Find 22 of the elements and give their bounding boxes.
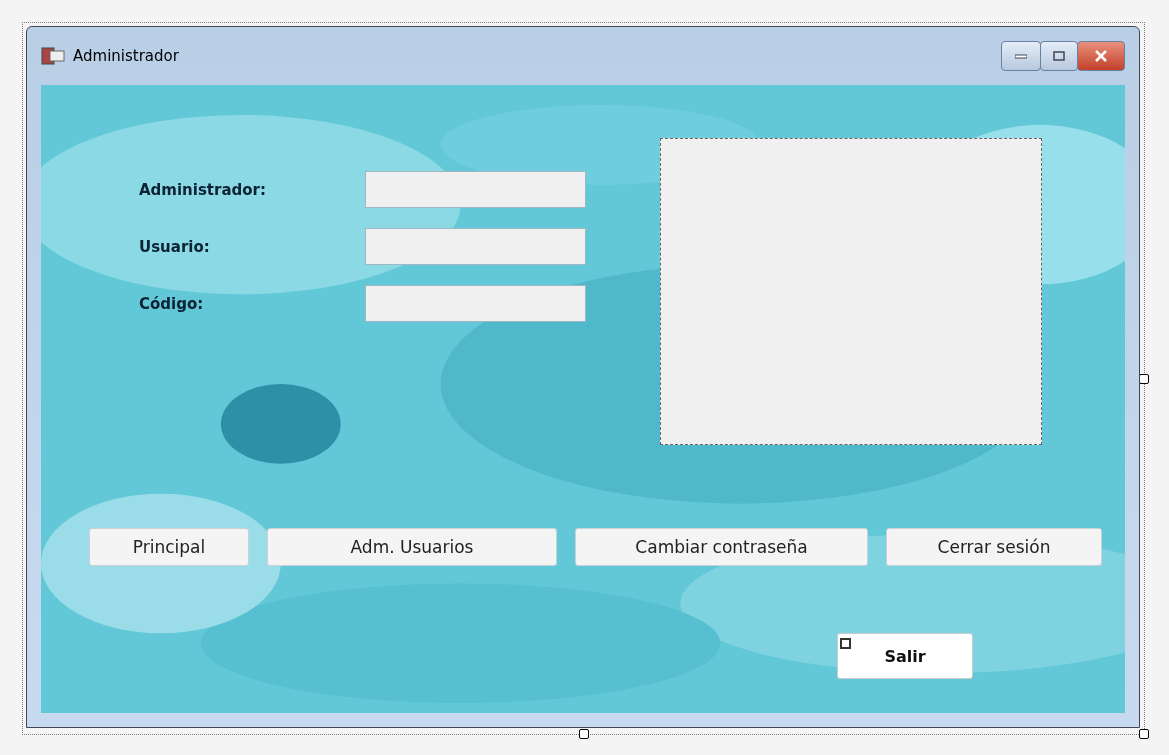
input-field[interactable]: [365, 228, 586, 265]
field-label: Usuario:: [139, 237, 211, 256]
input-field[interactable]: [365, 285, 586, 322]
nav-button[interactable]: Cambiar contraseña: [575, 528, 868, 566]
close-icon: [1094, 50, 1108, 62]
field-label: Administrador:: [139, 180, 267, 199]
app-icon: [41, 45, 65, 67]
minimize-button[interactable]: [1001, 41, 1041, 71]
resize-handle[interactable]: [1139, 729, 1149, 739]
close-button[interactable]: [1077, 41, 1125, 71]
window-title: Administrador: [73, 47, 179, 65]
maximize-button[interactable]: [1040, 41, 1078, 71]
minimize-icon: [1015, 53, 1027, 59]
nav-button[interactable]: Adm. Usuarios: [267, 528, 557, 566]
nav-button[interactable]: Principal: [89, 528, 249, 566]
resize-handle[interactable]: [579, 729, 589, 739]
maximize-icon: [1053, 51, 1065, 61]
input-field[interactable]: [365, 171, 586, 208]
move-handle-icon: [840, 638, 851, 649]
nav-button[interactable]: Cerrar sesión: [886, 528, 1102, 566]
exit-button[interactable]: Salir: [837, 633, 973, 679]
field-label: Código:: [139, 294, 205, 313]
